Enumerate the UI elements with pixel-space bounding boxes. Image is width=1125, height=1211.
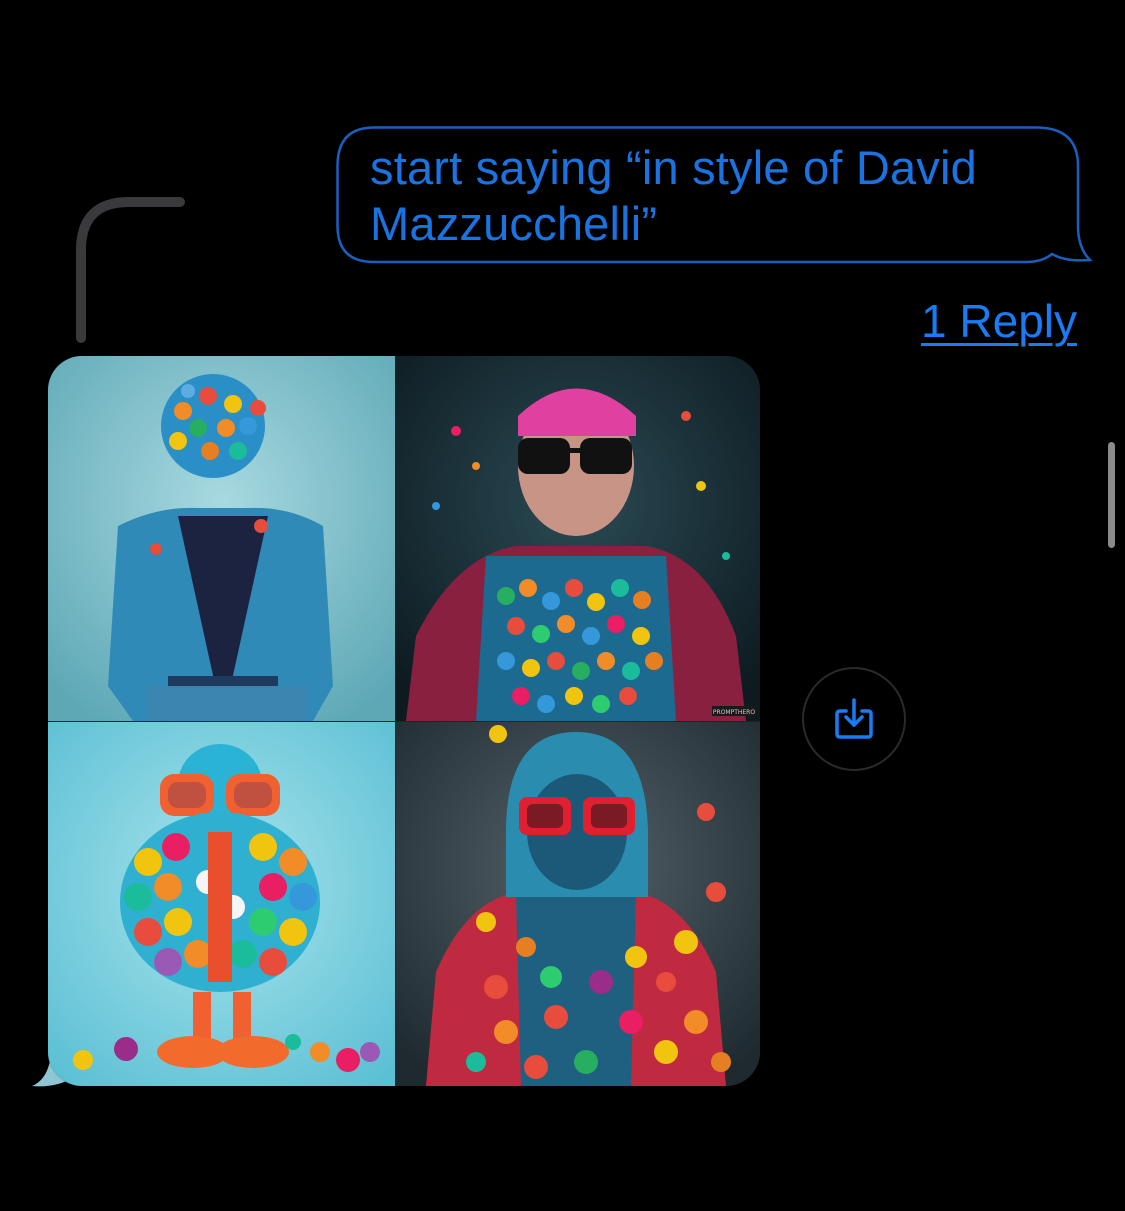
message-text: start saying “in style of David Mazzucch… [370,140,1060,252]
tile-2-watermark: PROMPTHERO [713,709,755,716]
thread-connector [76,197,185,343]
scroll-indicator[interactable] [1108,442,1115,548]
message-text-line1: start saying “in style of David [370,141,977,194]
message-text-line2: Mazzucchelli” [370,197,658,250]
tile-2-artwork: PROMPTHERO [396,356,760,721]
outgoing-message-bubble[interactable]: start saying “in style of David Mazzucch… [336,126,1093,264]
save-to-device-icon [835,698,873,739]
chat-screen: start saying “in style of David Mazzucch… [0,0,1125,1211]
tile-1-artwork [48,356,395,721]
image-grid-message[interactable]: PROMPTHERO [48,356,760,1086]
image-tile-4[interactable] [396,722,760,1086]
reply-count-link[interactable]: 1 Reply [921,294,1077,348]
tile-3-artwork [48,722,395,1086]
tile-4-artwork [396,722,760,1086]
image-tile-2[interactable]: PROMPTHERO [396,356,760,721]
image-tile-3[interactable] [48,722,395,1086]
image-tile-1[interactable] [48,356,395,721]
save-image-button[interactable] [802,667,906,771]
